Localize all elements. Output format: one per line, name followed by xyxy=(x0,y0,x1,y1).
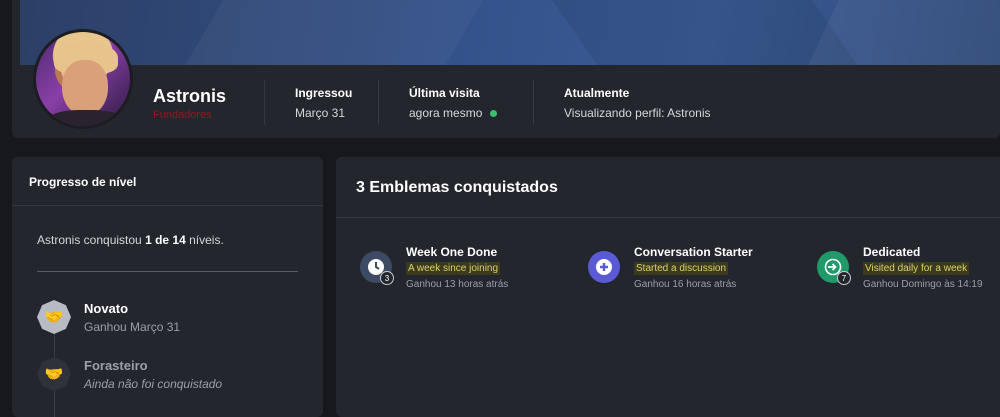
level-badge-forasteiro[interactable]: 🤝 xyxy=(37,357,71,391)
level-status-novato: Ganhou Março 31 xyxy=(84,320,181,334)
stat-current-activity: Atualmente Visualizando perfil: Astronis xyxy=(564,86,711,120)
badge-name: Week One Done xyxy=(406,245,498,259)
stat-current-activity-value: Visualizando perfil: Astronis xyxy=(564,106,711,120)
badge-description: A week since joining xyxy=(406,262,501,275)
user-title: Fundadores xyxy=(153,109,212,121)
stat-joined: Ingressou Março 31 xyxy=(295,86,352,120)
stat-last-visit-label: Última visita xyxy=(409,86,480,100)
stat-last-visit: Última visita agora mesmo xyxy=(409,86,498,120)
badge-earned-time: Ganhou 16 horas atrás xyxy=(634,279,737,290)
badge-count: 3 xyxy=(380,271,394,285)
badge-name: Dedicated xyxy=(863,245,921,259)
stat-last-visit-value: agora mesmo xyxy=(409,106,483,120)
level-badge-novato[interactable]: 🤝 xyxy=(37,300,71,334)
stat-joined-value: Março 31 xyxy=(295,106,346,120)
level-summary-count: 1 de 14 xyxy=(145,233,186,247)
level-summary: Astronis conquistou 1 de 14 níveis. xyxy=(37,233,224,247)
stat-divider xyxy=(378,80,379,125)
badges-panel: 3 Emblemas conquistados 3 Week One Done … xyxy=(336,157,1000,417)
username[interactable]: Astronis xyxy=(153,86,226,107)
divider xyxy=(37,271,298,272)
stat-joined-label: Ingressou xyxy=(295,86,353,100)
stat-current-activity-label: Atualmente xyxy=(564,86,630,100)
handshake-icon: 🤝 xyxy=(44,309,64,326)
level-name-novato: Novato xyxy=(84,301,129,316)
badge-name: Conversation Starter xyxy=(634,245,753,259)
stat-divider xyxy=(533,80,534,125)
profile-cover xyxy=(20,0,1000,65)
divider xyxy=(336,217,1000,218)
online-indicator-icon xyxy=(490,109,498,117)
divider xyxy=(12,205,323,206)
badge-count: 7 xyxy=(837,271,851,285)
handshake-icon: 🤝 xyxy=(44,366,64,383)
panel-title: Progresso de nível xyxy=(29,175,137,189)
stat-last-visit-row: agora mesmo xyxy=(409,106,498,120)
plus-circle-icon xyxy=(588,251,620,283)
level-progress-panel: Progresso de nível Astronis conquistou 1… xyxy=(12,157,323,417)
badge-earned-time: Ganhou Domingo às 14:19 xyxy=(863,279,983,290)
badge-earned-time: Ganhou 13 horas atrás xyxy=(406,279,509,290)
avatar[interactable] xyxy=(33,29,133,129)
stat-divider xyxy=(264,80,265,125)
level-name-forasteiro: Forasteiro xyxy=(84,358,148,373)
badge-description: Visited daily for a week xyxy=(863,262,970,275)
badges-title: 3 Emblemas conquistados xyxy=(356,179,558,196)
badge-description: Started a discussion xyxy=(634,262,729,275)
level-status-forasteiro: Ainda não foi conquistado xyxy=(84,377,223,391)
